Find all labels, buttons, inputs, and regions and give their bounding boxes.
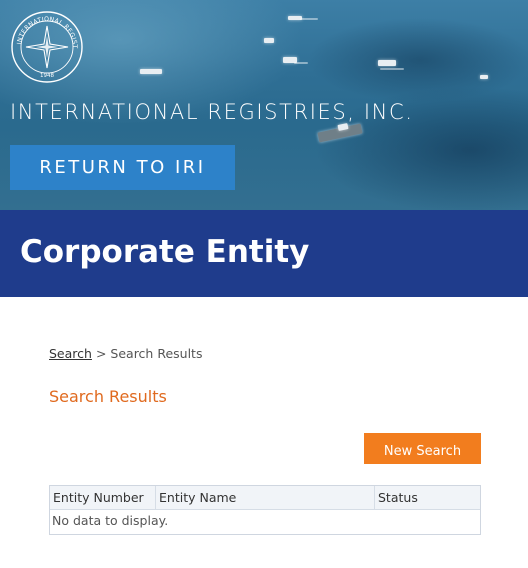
return-to-iri-button[interactable]: RETURN TO IRI: [10, 145, 235, 190]
page-title: Corporate Entity: [20, 234, 310, 270]
column-header-entity-number[interactable]: Entity Number: [50, 486, 156, 509]
ship-image: [264, 38, 274, 43]
page-title-band: Corporate Entity: [0, 210, 528, 297]
empty-table-message: No data to display.: [52, 513, 169, 528]
results-table: Entity Number Entity Name Status No data…: [49, 485, 481, 535]
svg-text:1948: 1948: [40, 73, 54, 79]
iri-logo: INTERNATIONAL REGISTRIES 1948: [10, 10, 83, 83]
breadcrumb-separator: >: [95, 346, 107, 361]
breadcrumb-search-link[interactable]: Search: [49, 346, 92, 361]
hero-banner: INTERNATIONAL REGISTRIES 1948 INTERNATIO…: [0, 0, 528, 210]
ship-image: [480, 75, 488, 79]
breadcrumb: Search > Search Results: [49, 346, 202, 361]
ship-image: [140, 69, 162, 74]
new-search-button[interactable]: New Search: [364, 433, 481, 464]
column-header-status[interactable]: Status: [375, 486, 480, 509]
breadcrumb-current: Search Results: [110, 346, 203, 361]
company-name: INTERNATIONAL REGISTRIES, INC.: [10, 100, 414, 124]
table-header: Entity Number Entity Name Status: [50, 486, 480, 510]
section-title: Search Results: [49, 387, 167, 406]
column-header-entity-name[interactable]: Entity Name: [156, 486, 375, 509]
ship-image: [378, 60, 396, 66]
